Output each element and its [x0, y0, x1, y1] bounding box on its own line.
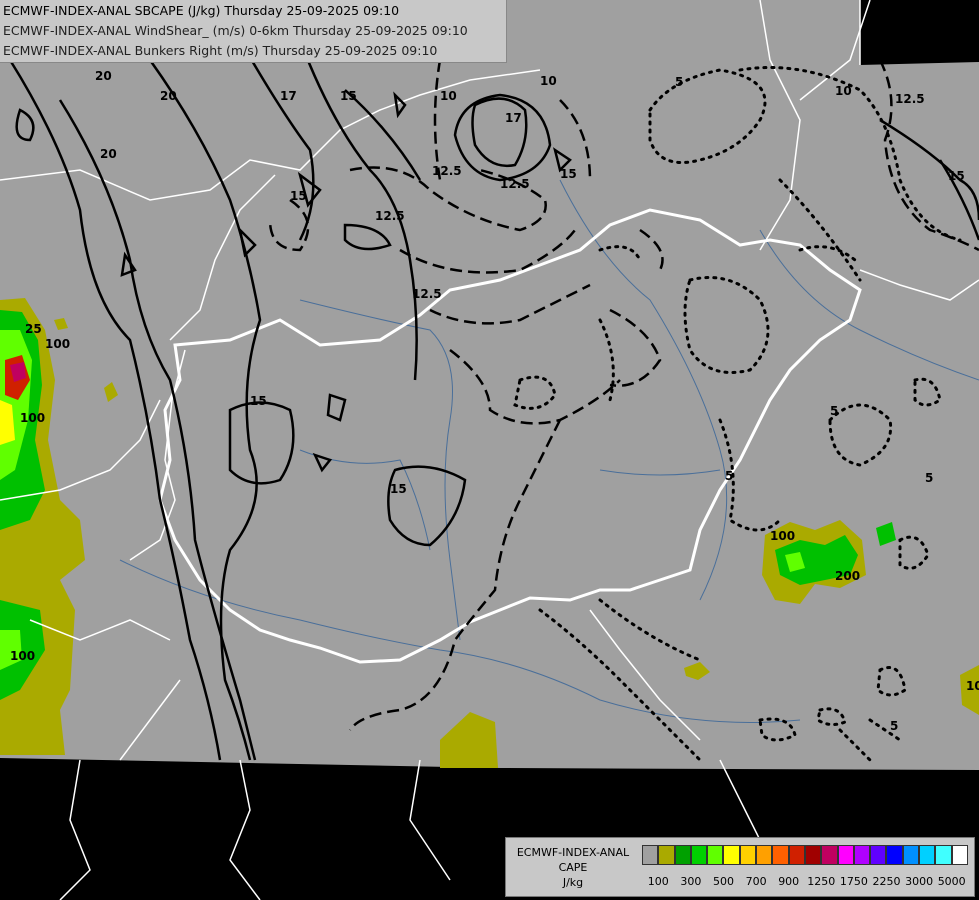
legend-swatch	[707, 845, 724, 865]
legend-title-model: ECMWF-INDEX-ANAL	[516, 846, 630, 859]
shear-contour-label: 17	[505, 111, 522, 125]
bunkers-contour-label: 15	[560, 167, 577, 181]
legend-swatch	[870, 845, 887, 865]
legend-tick-label: 700	[745, 875, 767, 888]
shear-contour-label: 17	[280, 89, 297, 103]
shear-contour-label: 15	[250, 394, 267, 408]
legend-title: ECMWF-INDEX-ANAL CAPE J/kg	[508, 845, 638, 890]
bunkers-contour-label: 12.5	[895, 92, 925, 106]
header-line-sbcape: ECMWF-INDEX-ANAL SBCAPE (J/kg) Thursday …	[3, 3, 400, 18]
header-line-windshear: ECMWF-INDEX-ANAL WindShear_ (m/s) 0-6km …	[3, 23, 468, 38]
shear-contour-label: 12.5	[412, 287, 442, 301]
legend-swatch	[902, 845, 920, 865]
legend-swatch	[837, 845, 854, 865]
shear-contour-label: 15	[390, 482, 407, 496]
bunkers-contour-label: 5	[890, 719, 898, 733]
legend-swatch	[919, 845, 936, 865]
legend-tick-label: 500	[713, 875, 734, 888]
legend-swatch	[739, 845, 757, 865]
legend-tick-label: 3000	[905, 875, 934, 888]
legend-title-unit: J/kg	[562, 876, 584, 889]
cape-contour-label: 100	[10, 649, 35, 663]
cape-contour-label: 100	[20, 411, 45, 425]
legend-title-field: CAPE	[558, 861, 588, 874]
cape-contour-label: 100	[45, 337, 70, 351]
legend-tick-labels: 100 300 500 700 900 1250 1750 2250 3000 5000	[642, 875, 972, 889]
bunkers-contour-label: 5	[675, 75, 683, 89]
bunkers-contour-label: 5	[725, 469, 733, 483]
cape-contour-label: 100	[966, 679, 979, 693]
shear-contour-label: 15	[290, 189, 307, 203]
legend-tick-label: 1250	[807, 875, 836, 888]
legend-tick-label: 1750	[839, 875, 868, 888]
shear-contour-label: 15	[340, 89, 357, 103]
cape-legend: ECMWF-INDEX-ANAL CAPE J/kg 100 300 500 700 9…	[505, 837, 975, 897]
legend-tick-label: 5000	[937, 875, 966, 888]
shear-contour-label: 12.5	[432, 164, 462, 178]
legend-swatch	[642, 845, 659, 865]
legend-swatch	[788, 845, 805, 865]
legend-swatch	[658, 845, 675, 865]
shear-contour-label: 20	[160, 89, 177, 103]
data-domain	[0, 0, 979, 770]
cape-contour-label: 100	[770, 529, 795, 543]
legend-swatch	[690, 845, 708, 865]
legend-color-boxes	[642, 845, 968, 865]
legend-swatch	[723, 845, 740, 865]
shear-contour-label: 10	[540, 74, 557, 88]
map-canvas: 20 20 20 17 15 15 15 15 12.5 12.5 12.5 12.5 10 10 17 5 5…	[0, 0, 979, 900]
header-line-bunkers: ECMWF-INDEX-ANAL Bunkers Right (m/s) Thu…	[3, 43, 438, 58]
legend-tick-label: 100	[647, 875, 669, 888]
bunkers-contour-label: 10	[835, 84, 852, 98]
legend-swatch	[821, 845, 838, 865]
legend-swatch	[886, 845, 903, 865]
map-header: ECMWF-INDEX-ANAL SBCAPE (J/kg) Thursday …	[0, 0, 507, 63]
bunkers-contour-label: 5	[925, 471, 933, 485]
cape-contour-label: 200	[835, 569, 860, 583]
legend-swatch	[951, 845, 968, 865]
shear-contour-label: 12.5	[375, 209, 405, 223]
bunkers-contour-label: 15	[948, 169, 965, 183]
legend-swatch	[772, 845, 789, 865]
shear-contour-label: 20	[100, 147, 117, 161]
legend-swatch	[674, 845, 691, 865]
legend-swatch	[853, 845, 871, 865]
shear-contour-label: 10	[440, 89, 457, 103]
cape-contour-label: 25	[25, 322, 42, 336]
legend-swatch	[804, 845, 822, 865]
shear-contour-label: 12.5	[500, 177, 530, 191]
legend-tick-label: 2250	[872, 875, 901, 888]
legend-swatch	[935, 845, 952, 865]
legend-tick-label: 300	[680, 875, 702, 888]
bunkers-contour-label: 5	[830, 404, 838, 418]
legend-swatch	[756, 845, 773, 865]
shear-contour-label: 20	[95, 69, 112, 83]
legend-tick-label: 900	[778, 875, 800, 888]
